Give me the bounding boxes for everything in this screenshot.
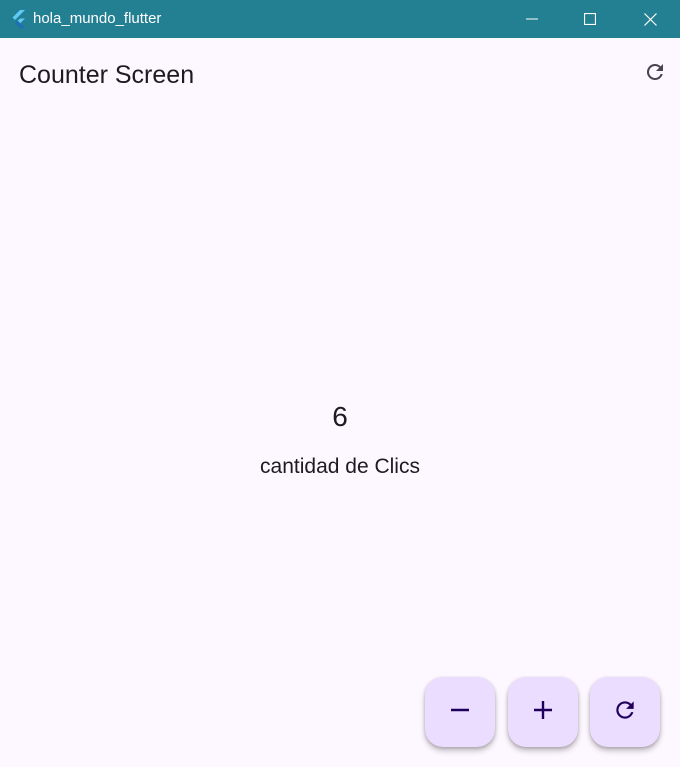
app-bar: Counter Screen (0, 38, 680, 112)
plus-icon (532, 699, 554, 726)
close-button[interactable] (620, 0, 680, 38)
increment-button[interactable] (508, 677, 578, 747)
counter-value: 6 (332, 401, 348, 432)
refresh-icon (612, 697, 638, 728)
close-icon (643, 12, 657, 26)
appbar-refresh-button[interactable] (638, 57, 672, 91)
decrement-button[interactable] (425, 677, 495, 747)
minus-icon (449, 699, 471, 726)
window-title: hola_mundo_flutter (33, 10, 162, 27)
page-title: Counter Screen (19, 61, 195, 89)
refresh-icon (643, 60, 667, 89)
minimize-icon (526, 13, 538, 25)
flutter-logo-icon (9, 9, 29, 29)
maximize-button[interactable] (561, 0, 619, 38)
reset-button[interactable] (590, 677, 660, 747)
counter-label: cantidad de Clics (260, 455, 420, 478)
maximize-icon (584, 13, 596, 25)
minimize-button[interactable] (503, 0, 561, 38)
app-window: hola_mundo_flutter Counter Screen 6 cant… (0, 0, 680, 767)
title-bar[interactable]: hola_mundo_flutter (0, 0, 680, 38)
